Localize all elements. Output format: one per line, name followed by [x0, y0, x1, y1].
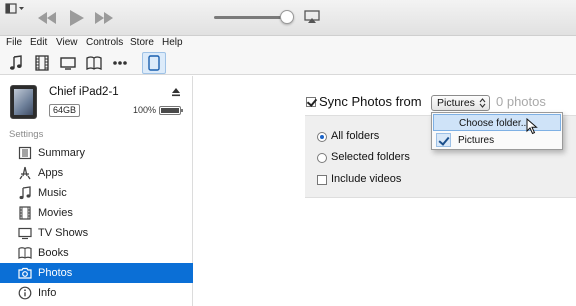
- sidebar-item-photos[interactable]: Photos: [0, 263, 193, 283]
- device-name: Chief iPad2-1: [49, 86, 119, 98]
- film-icon: [19, 206, 31, 220]
- previous-icon[interactable]: [36, 8, 58, 28]
- play-icon[interactable]: [66, 8, 86, 28]
- book-icon[interactable]: [86, 55, 102, 71]
- mouse-pointer-icon: [526, 118, 538, 135]
- photo-source-select[interactable]: Pictures: [431, 95, 490, 111]
- sidebar-item-label: Summary: [38, 147, 86, 159]
- media-toolbar: [0, 51, 576, 75]
- menu-help[interactable]: Help: [162, 37, 183, 48]
- sidebar-item-label: Books: [38, 247, 69, 259]
- sync-photos-checkbox[interactable]: [306, 97, 316, 107]
- next-icon[interactable]: [93, 8, 115, 28]
- all-folders-radio[interactable]: [317, 132, 327, 142]
- eject-icon[interactable]: [171, 87, 181, 97]
- sidebar: Chief iPad2-1 64GB 100% Settings Summary…: [0, 76, 193, 306]
- photo-source-value: Pictures: [437, 97, 475, 109]
- sidebar-item-tv-shows[interactable]: TV Shows: [0, 223, 193, 243]
- sidebar-item-info[interactable]: Info: [0, 283, 193, 303]
- sync-photos-label: Sync Photos from: [319, 94, 422, 109]
- tv-icon: [18, 227, 32, 240]
- selected-folders-label: Selected folders: [331, 151, 410, 163]
- sidebar-item-label: Info: [38, 287, 57, 299]
- info-icon: [18, 286, 32, 300]
- device-thumbnail: [10, 85, 37, 119]
- dropdown-option-choose-folder[interactable]: Choose folder...: [433, 114, 561, 131]
- more-icon[interactable]: [112, 55, 128, 71]
- book-icon: [18, 247, 32, 259]
- updown-arrows-icon: [479, 98, 486, 108]
- camera-icon: [18, 267, 32, 279]
- sidebar-item-summary[interactable]: Summary: [0, 143, 193, 163]
- music-note-icon: [19, 186, 31, 200]
- menu-controls[interactable]: Controls: [86, 37, 123, 48]
- music-note-icon[interactable]: [8, 55, 24, 71]
- sidebar-item-label: Apps: [38, 167, 64, 179]
- apps-icon: [19, 166, 31, 180]
- menu-view[interactable]: View: [56, 37, 78, 48]
- selected-folders-radio[interactable]: [317, 153, 327, 163]
- dropdown-option-label: Choose folder...: [459, 118, 530, 129]
- dropdown-option-label: Pictures: [458, 135, 495, 146]
- include-videos-label: Include videos: [331, 173, 402, 185]
- sidebar-item-label: TV Shows: [38, 227, 89, 239]
- menu-store[interactable]: Store: [130, 37, 154, 48]
- all-folders-label: All folders: [331, 130, 380, 142]
- summary-icon: [18, 146, 32, 160]
- menu-edit[interactable]: Edit: [30, 37, 47, 48]
- volume-knob[interactable]: [280, 10, 294, 24]
- menu-file[interactable]: File: [6, 37, 22, 48]
- include-videos-checkbox[interactable]: [317, 175, 327, 185]
- sidebar-item-label: Music: [38, 187, 67, 199]
- photo-count: 0 photos: [496, 94, 546, 109]
- ipad-icon: [148, 55, 160, 71]
- capacity-badge: 64GB: [49, 104, 81, 117]
- checkmark-icon: [436, 133, 451, 147]
- volume-slider[interactable]: [214, 16, 288, 19]
- battery-percent: 100%: [133, 105, 157, 115]
- photo-source-dropdown: Choose folder... Pictures: [431, 112, 563, 150]
- sidebar-item-books[interactable]: Books: [0, 243, 193, 263]
- title-bar: [0, 0, 576, 36]
- sidebar-item-label: Photos: [38, 267, 73, 279]
- menu-bar: File Edit View Controls Store Help: [0, 36, 576, 51]
- dropdown-option-pictures[interactable]: Pictures: [433, 132, 561, 149]
- tv-icon[interactable]: [60, 55, 76, 71]
- sidebar-item-apps[interactable]: Apps: [0, 163, 193, 183]
- sidebar-item-music[interactable]: Music: [0, 183, 193, 203]
- device-button[interactable]: [142, 52, 166, 74]
- battery-icon: [159, 106, 183, 115]
- film-icon[interactable]: [34, 55, 50, 71]
- airplay-icon[interactable]: [304, 10, 320, 24]
- settings-header: Settings: [9, 129, 44, 140]
- window-menu-icon[interactable]: [5, 3, 25, 15]
- sidebar-item-label: Movies: [38, 207, 73, 219]
- sidebar-item-movies[interactable]: Movies: [0, 203, 193, 223]
